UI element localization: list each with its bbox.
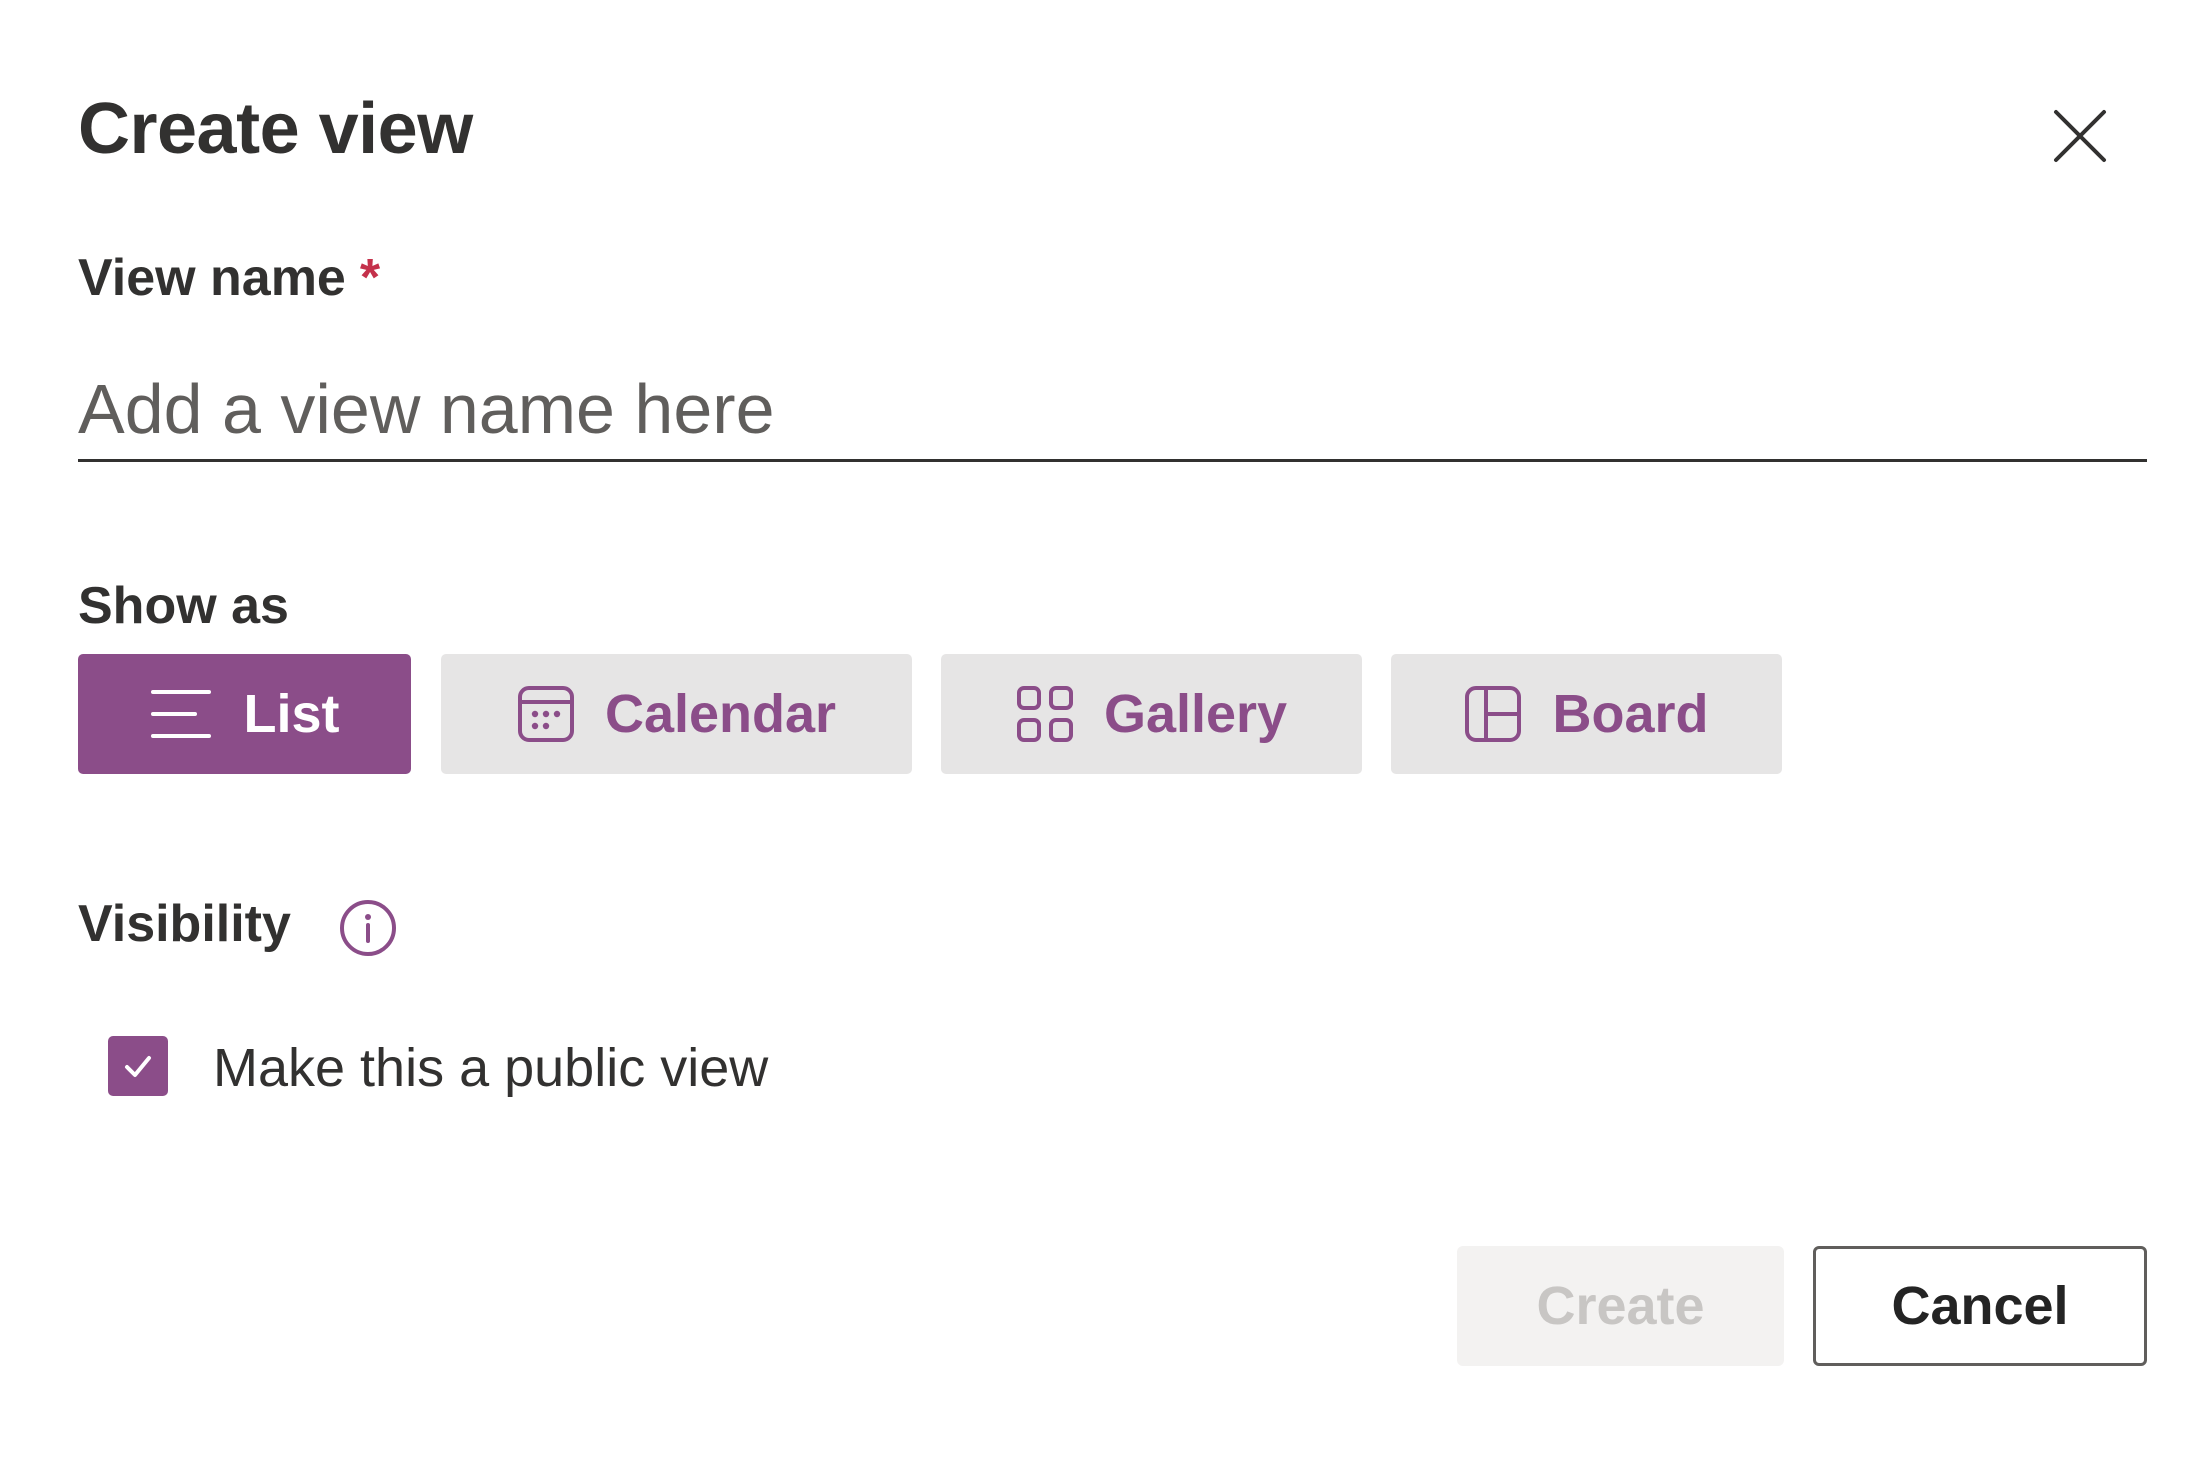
- view-name-label-text: View name: [78, 249, 346, 307]
- view-name-label: View name *: [78, 246, 380, 310]
- public-view-checkbox[interactable]: [108, 1036, 168, 1096]
- create-button[interactable]: Create: [1457, 1246, 1784, 1366]
- calendar-button-label: Calendar: [604, 684, 837, 744]
- show-as-board-button[interactable]: Board: [1391, 654, 1782, 774]
- list-icon: [149, 686, 213, 742]
- show-as-calendar-button[interactable]: Calendar: [441, 654, 912, 774]
- visibility-label: Visibility: [78, 895, 291, 953]
- show-as-gallery-button[interactable]: Gallery: [941, 654, 1362, 774]
- list-button-label: List: [243, 684, 340, 744]
- create-view-dialog: Create view View name* Show as List: [0, 0, 2208, 1468]
- dialog-title: Create view: [78, 89, 473, 169]
- calendar-icon: [517, 685, 575, 743]
- checkmark-icon: [125, 1056, 151, 1077]
- cancel-button[interactable]: Cancel: [1813, 1246, 2147, 1366]
- info-icon[interactable]: [338, 898, 398, 958]
- gallery-grid-icon: [1016, 685, 1074, 743]
- required-marker: *: [359, 249, 381, 307]
- close-icon: [2054, 110, 2106, 162]
- board-button-label: Board: [1552, 684, 1709, 744]
- public-view-checkbox-label[interactable]: Make this a public view: [213, 1036, 768, 1100]
- close-button[interactable]: [2040, 96, 2120, 176]
- gallery-button-label: Gallery: [1103, 684, 1288, 744]
- view-name-input[interactable]: [78, 358, 2147, 462]
- show-as-list-button[interactable]: List: [78, 654, 411, 774]
- board-icon: [1464, 685, 1522, 743]
- show-as-label: Show as: [78, 577, 289, 635]
